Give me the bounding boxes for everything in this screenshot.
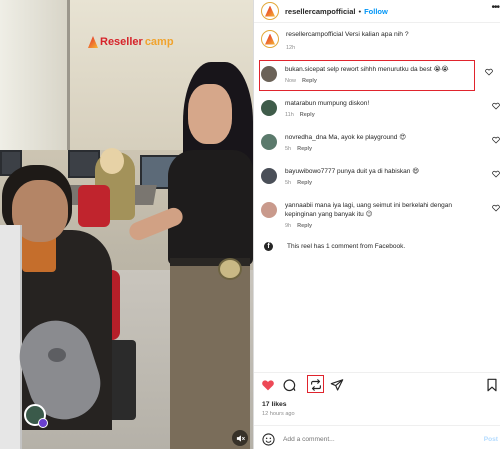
video-black-chair: [108, 340, 136, 420]
profile-avatar[interactable]: [261, 2, 279, 20]
comment-text: Ma, ayok ke playground 😍: [328, 134, 406, 141]
comment-text: punya duit ya di habiskan 😄: [337, 168, 419, 175]
like-comment-heart-icon[interactable]: [492, 136, 500, 144]
comment-avatar[interactable]: [261, 66, 277, 82]
reply-button[interactable]: Reply: [297, 146, 312, 152]
facebook-note-text: This reel has 1 comment from Facebook.: [287, 243, 406, 250]
reply-button[interactable]: Reply: [300, 112, 315, 118]
video-red-chair: [78, 185, 110, 227]
comment-item: yannaabii mana iya lagi, uang seimut ini…: [261, 201, 500, 231]
like-comment-heart-icon[interactable]: [485, 68, 493, 76]
brand-logo-icon: [265, 33, 275, 45]
comment-avatar[interactable]: [261, 168, 277, 184]
like-comment-heart-icon[interactable]: [492, 170, 500, 178]
video-box: [0, 225, 22, 449]
header-username[interactable]: resellercampofficial: [285, 7, 355, 16]
header-divider: [254, 22, 500, 23]
comment-username[interactable]: yannaabii: [285, 202, 313, 209]
standing-woman-face: [188, 84, 232, 144]
likes-count[interactable]: 17 likes: [262, 401, 287, 408]
standing-woman-shirt: [168, 150, 253, 265]
reply-button[interactable]: Reply: [302, 78, 317, 84]
actions-divider: [254, 372, 500, 373]
video-creator-badge: [38, 418, 48, 428]
comment-time: 5h: [285, 146, 292, 152]
comment-avatar[interactable]: [261, 134, 277, 150]
reel-video[interactable]: Reseller camp: [0, 0, 253, 449]
comment-icon[interactable]: [282, 378, 296, 392]
comment-time: 5h: [285, 180, 292, 186]
comment-time: 11h: [285, 112, 294, 118]
mute-icon: [236, 434, 245, 442]
comment-avatar[interactable]: [261, 202, 277, 218]
like-comment-heart-icon[interactable]: [492, 204, 500, 212]
comment-item: matarabun mumpung diskon! 11h Reply: [261, 99, 500, 120]
comment-username[interactable]: matarabun: [285, 100, 316, 107]
facebook-icon: f: [264, 242, 273, 251]
caption-time: 12h: [286, 45, 296, 51]
caption-username[interactable]: resellercampofficial: [286, 31, 343, 38]
comment-item: novredha_dna Ma, ayok ke playground 😍 5h…: [261, 133, 500, 154]
mute-button[interactable]: [232, 430, 248, 446]
add-comment-bar: Post: [262, 432, 498, 446]
reply-button[interactable]: Reply: [297, 223, 312, 229]
video-watermark-logo: Reseller camp: [88, 36, 174, 48]
brand-logo-icon: [265, 5, 275, 17]
follow-button[interactable]: Follow: [364, 7, 388, 16]
post-comment-button[interactable]: Post: [484, 436, 498, 443]
comment-avatar[interactable]: [261, 100, 277, 116]
comment-time: Now: [285, 78, 297, 84]
comment-username[interactable]: bayuwibowo7777: [285, 168, 335, 175]
watermark-text-b: camp: [144, 36, 174, 48]
comment-username[interactable]: novredha_dna: [285, 134, 327, 141]
more-icon[interactable]: •••: [491, 2, 499, 13]
emoji-icon[interactable]: [262, 432, 275, 446]
reply-button[interactable]: Reply: [297, 180, 312, 186]
watermark-text-a: Reseller: [100, 36, 143, 48]
video-background-person-head: [100, 148, 124, 174]
post-caption: resellercampofficial Versi kalian apa ni…: [261, 30, 496, 53]
repost-icon[interactable]: [309, 378, 323, 392]
facebook-comments-note: f This reel has 1 comment from Facebook.: [264, 242, 405, 251]
video-window: [0, 0, 70, 150]
share-icon[interactable]: [330, 378, 344, 392]
comment-panel: resellercampofficial • Follow ••• resell…: [253, 0, 500, 449]
comment-username[interactable]: bukan.sicepat: [285, 66, 325, 73]
heart-icon[interactable]: [261, 378, 275, 392]
comment-text: mumpung diskon!: [317, 100, 370, 107]
comment-input[interactable]: [283, 435, 463, 443]
caption-avatar[interactable]: [261, 30, 279, 48]
comment-text: selp rewort sihhh menurutku da best 😭😭: [326, 66, 449, 73]
uniform-logo-patch: [218, 258, 242, 280]
action-bar: [261, 375, 499, 396]
comment-item: bayuwibowo7777 punya duit ya di habiskan…: [261, 167, 500, 188]
watermark-logo-icon: [88, 36, 98, 48]
header-separator: •: [358, 6, 362, 16]
standing-woman-pants: [170, 262, 250, 449]
pillow-hole: [48, 348, 66, 362]
post-header: resellercampofficial • Follow •••: [254, 0, 500, 22]
comment-input-divider: [254, 425, 500, 426]
like-comment-heart-icon[interactable]: [492, 102, 500, 110]
bookmark-icon[interactable]: [485, 378, 499, 392]
comment-item: bukan.sicepat selp rewort sihhh menurutk…: [261, 65, 500, 86]
caption-text: Versi kalian apa nih ?: [344, 31, 409, 38]
comment-time: 9h: [285, 223, 292, 229]
post-timestamp: 12 hours ago: [262, 411, 295, 417]
